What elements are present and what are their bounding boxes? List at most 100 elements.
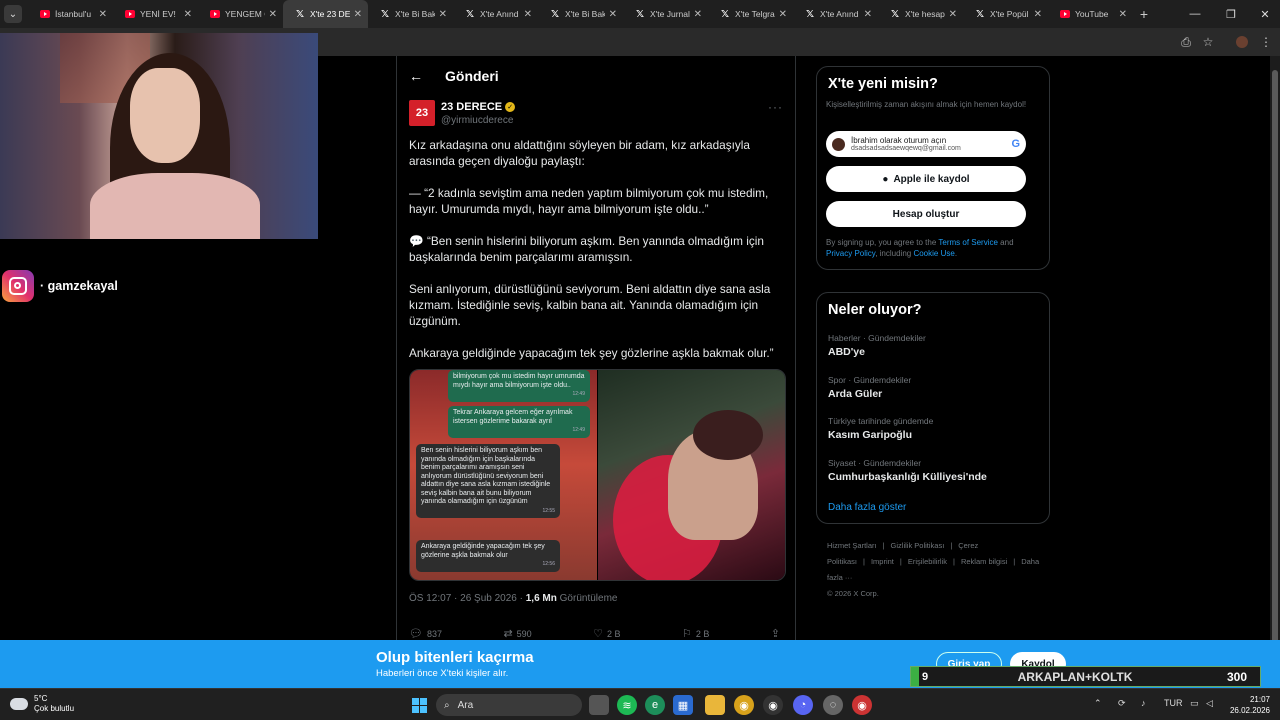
task-view-icon[interactable]: [589, 695, 609, 715]
windows-start-icon[interactable]: [409, 695, 429, 715]
post-timestamp[interactable]: ÖS 12:07 · 26 Şub 2026 ·: [409, 593, 526, 604]
close-tab-icon[interactable]: ✕: [354, 9, 362, 20]
footer-link[interactable]: Reklam bilgisi: [961, 557, 1007, 566]
close-tab-icon[interactable]: ✕: [864, 9, 872, 20]
footer-divider: |: [950, 541, 953, 550]
system-clock[interactable]: 21:07 26.02.2026: [1226, 694, 1270, 716]
tray-chevron-icon[interactable]: ⌃: [1094, 698, 1102, 709]
chrome-icon[interactable]: ◉: [734, 695, 754, 715]
trend-item[interactable]: Siyaset · Gündemdekiler Cumhurbaşkanlığı…: [828, 458, 987, 483]
close-tab-icon[interactable]: ✕: [269, 9, 277, 20]
chrome-active-icon[interactable]: ◉: [763, 695, 783, 715]
page-scrollbar[interactable]: [1270, 56, 1280, 670]
browser-tab[interactable]: 𝕏 X'te 23 DE ✕: [283, 0, 368, 28]
browser-tab[interactable]: 𝕏 X'te Bi Bak ✕: [538, 0, 623, 28]
close-window-icon[interactable]: ✕: [1248, 0, 1280, 28]
terms-link[interactable]: Terms of Service: [938, 238, 998, 247]
footer-link[interactable]: Hizmet Şartları: [827, 541, 877, 550]
browser-tab[interactable]: 𝕏 X'te Anınd ✕: [793, 0, 878, 28]
footer-link[interactable]: Gizlilik Politikası: [891, 541, 945, 550]
browser-tab[interactable]: YENGEM C ✕: [198, 0, 283, 28]
browser-tab[interactable]: 𝕏 X'te Telgra ✕: [708, 0, 793, 28]
apple-signup-button[interactable]: ● Apple ile kaydol: [826, 166, 1026, 192]
author-name[interactable]: 23 DERECE: [441, 101, 502, 113]
browser-menu-icon[interactable]: ⋮: [1258, 34, 1274, 50]
close-tab-icon[interactable]: ✕: [949, 9, 957, 20]
close-tab-icon[interactable]: ✕: [694, 9, 702, 20]
chrome-profile-icon[interactable]: ◉: [852, 695, 872, 715]
close-tab-icon[interactable]: ✕: [1119, 9, 1127, 20]
close-tab-icon[interactable]: ✕: [779, 9, 787, 20]
more-options-icon[interactable]: ···: [768, 100, 783, 114]
new-tab-button[interactable]: +: [1133, 6, 1155, 22]
create-account-button[interactable]: Hesap oluştur: [826, 201, 1026, 227]
bookmark-icon: ⚐: [681, 628, 692, 640]
author-handle[interactable]: @yirmiucderece: [441, 115, 513, 126]
tab-title: X'te Bi Bak: [565, 9, 605, 19]
browser-tab[interactable]: 𝕏 X'te Jurnal ✕: [623, 0, 708, 28]
bookmark-button[interactable]: ⚐ 2 B: [682, 627, 709, 640]
browser-tab[interactable]: 𝕏 X'te hesap ✕: [878, 0, 963, 28]
install-app-icon[interactable]: ⎙: [1178, 34, 1194, 50]
google-signin-button[interactable]: İbrahim olarak oturum açın dsadsadsadsae…: [826, 131, 1026, 157]
minimize-icon[interactable]: —: [1178, 0, 1212, 28]
maximize-icon[interactable]: ❐: [1214, 0, 1248, 28]
cookie-link[interactable]: Cookie Use: [913, 249, 954, 258]
browser-tab[interactable]: 𝕏 X'te Bi Bak ✕: [368, 0, 453, 28]
youtube-icon: [125, 10, 135, 18]
goal-title: ARKAPLAN+KOLTK: [1017, 669, 1133, 684]
like-button[interactable]: ♡ 2 B: [593, 627, 620, 640]
close-tab-icon[interactable]: ✕: [439, 9, 447, 20]
tab-title: X'te hesap: [905, 9, 945, 19]
edge-icon[interactable]: e: [645, 695, 665, 715]
scrollbar-thumb[interactable]: [1272, 70, 1278, 670]
trend-item[interactable]: Haberler · Gündemdekiler ABD'ye: [828, 333, 926, 358]
microphone-icon[interactable]: ♪: [1141, 698, 1146, 708]
store-icon[interactable]: ▦: [673, 695, 693, 715]
chat-screenshot-image[interactable]: bilmiyorum çok mu istedim hayır umrumda …: [410, 370, 597, 580]
heart-icon: ♡: [593, 628, 603, 640]
browser-tab[interactable]: İstanbul'u ✕: [28, 0, 113, 28]
author-name-row[interactable]: 23 DERECE ✓: [441, 101, 516, 113]
close-tab-icon[interactable]: ✕: [99, 9, 107, 20]
repost-button[interactable]: ⇄ 590: [503, 627, 531, 640]
browser-tab[interactable]: 𝕏 X'te Popül ✕: [963, 0, 1048, 28]
back-arrow-icon[interactable]: ←: [409, 68, 433, 84]
footer-link[interactable]: Erişilebilirlik: [908, 557, 947, 566]
folder-icon[interactable]: [705, 695, 725, 715]
trend-item[interactable]: Spor · Gündemdekiler Arda Güler: [828, 375, 911, 400]
privacy-link[interactable]: Privacy Policy: [826, 249, 875, 258]
close-tab-icon[interactable]: ✕: [184, 9, 192, 20]
post-media[interactable]: bilmiyorum çok mu istedim hayır umrumda …: [409, 369, 786, 581]
footer-link[interactable]: Imprint: [871, 557, 894, 566]
tray-sync-icon[interactable]: ⟳: [1118, 698, 1126, 709]
post-column: ← Gönderi 23 23 DERECE ✓ @yirmiucderece …: [396, 56, 796, 640]
browser-tab[interactable]: YouTube ✕: [1048, 0, 1133, 28]
weather-widget[interactable]: 5°C Çok bulutlu: [10, 694, 74, 714]
trend-item[interactable]: Türkiye tarihinde gündemde Kasım Garipoğ…: [828, 416, 933, 441]
close-tab-icon[interactable]: ✕: [609, 9, 617, 20]
share-button[interactable]: ⇪: [771, 627, 784, 640]
tab-title: X'te Anınd: [480, 9, 519, 19]
browser-tab[interactable]: YENİ EV! ✕: [113, 0, 198, 28]
bookmark-star-icon[interactable]: ☆: [1200, 34, 1216, 50]
spotify-icon[interactable]: ≋: [617, 695, 637, 715]
tab-search-button[interactable]: ⌄: [4, 5, 22, 23]
close-tab-icon[interactable]: ✕: [1034, 9, 1042, 20]
views-label: Görüntüleme: [556, 593, 618, 604]
obs-icon[interactable]: ◌: [823, 695, 843, 715]
language-indicator[interactable]: TUR: [1164, 698, 1183, 708]
network-icon[interactable]: ▭: [1190, 698, 1199, 709]
discord-icon[interactable]: ◔: [793, 695, 813, 715]
close-tab-icon[interactable]: ✕: [524, 9, 532, 20]
footer-divider: |: [882, 541, 885, 550]
taskbar-search[interactable]: ⌕ Ara: [436, 694, 582, 716]
reply-button[interactable]: 💬︎ 837: [409, 627, 442, 640]
author-avatar[interactable]: 23: [409, 100, 435, 126]
browser-tab[interactable]: 𝕏 X'te Anınd ✕: [453, 0, 538, 28]
show-more-link[interactable]: Daha fazla göster: [828, 502, 906, 513]
couple-photo-image[interactable]: [597, 370, 785, 580]
tab-list: İstanbul'u ✕ YENİ EV! ✕ YENGEM C ✕ 𝕏 X'te 23 DE…: [28, 0, 1133, 28]
volume-icon[interactable]: ◁: [1206, 698, 1213, 709]
profile-avatar[interactable]: [1234, 34, 1250, 50]
